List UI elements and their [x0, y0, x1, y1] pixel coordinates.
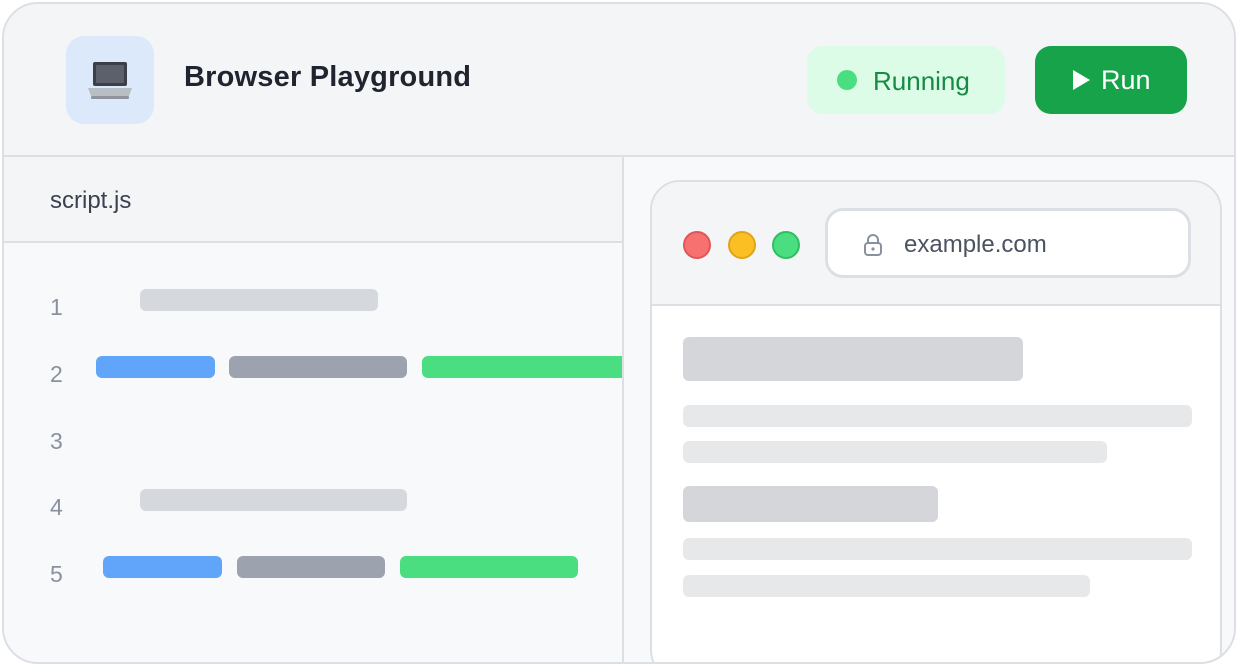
code-string-token [400, 556, 578, 578]
browser-toolbar: example.com [652, 182, 1220, 306]
address-bar[interactable]: example.com [825, 208, 1191, 278]
maximize-dot-icon[interactable] [772, 231, 800, 259]
line-number: 1 [50, 294, 63, 320]
line-number: 2 [50, 361, 63, 387]
code-comment-token [140, 289, 378, 311]
app-header: Browser Playground Running Run [4, 4, 1234, 157]
browser-playground-window: Browser Playground Running Run script.js… [2, 2, 1236, 664]
close-dot-icon[interactable] [683, 231, 711, 259]
line-number: 4 [50, 494, 63, 520]
code-string-token [422, 356, 622, 378]
laptop-icon [66, 36, 154, 124]
status-badge: Running [807, 46, 1005, 114]
status-label: Running [873, 66, 970, 96]
code-keyword-token [103, 556, 222, 578]
code-identifier-token [229, 356, 407, 378]
editor-tab-bar: script.js [4, 157, 622, 243]
skeleton-text-line [683, 538, 1192, 560]
skeleton-text-line [683, 441, 1107, 463]
browser-preview: example.com [650, 180, 1222, 662]
skeleton-text-line [683, 405, 1192, 427]
status-dot-icon [837, 70, 857, 90]
tab-script-js[interactable]: script.js [50, 187, 131, 215]
code-keyword-token [96, 356, 215, 378]
skeleton-heading [683, 337, 1023, 381]
minimize-dot-icon[interactable] [728, 231, 756, 259]
run-button[interactable]: Run [1035, 46, 1187, 114]
address-url: example.com [904, 231, 1047, 258]
code-identifier-token [237, 556, 385, 578]
code-comment-token [140, 489, 407, 511]
skeleton-text-line [683, 575, 1090, 597]
play-icon [1073, 70, 1090, 90]
skeleton-subheading [683, 486, 938, 522]
run-button-label: Run [1101, 65, 1151, 95]
line-number: 5 [50, 561, 63, 587]
line-number: 3 [50, 428, 63, 454]
lock-icon [862, 233, 884, 262]
app-title: Browser Playground [184, 61, 472, 93]
code-editor-pane[interactable]: script.js 1 2 3 4 5 [4, 157, 624, 662]
